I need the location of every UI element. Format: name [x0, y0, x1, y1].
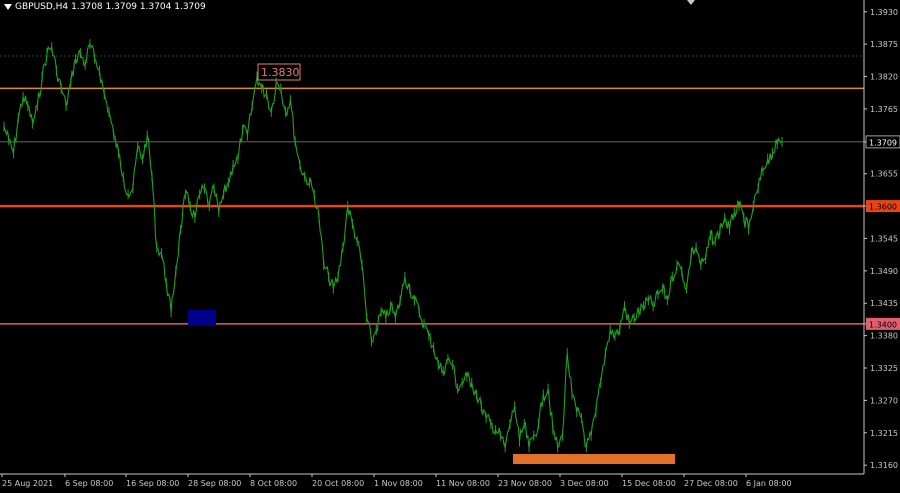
price-level-tag-label: 1.3400	[869, 320, 897, 329]
symbol-menu-arrow-icon[interactable]	[4, 4, 12, 10]
time-tick-label: 15 Dec 08:00	[622, 479, 676, 488]
price-callout-label: 1.3830	[261, 66, 300, 79]
price-tick-label: 1.3765	[870, 105, 898, 114]
time-tick-label: 1 Nov 08:00	[374, 479, 423, 488]
time-tick-label: 23 Nov 08:00	[498, 479, 552, 488]
price-tick-label: 1.3875	[870, 40, 898, 49]
time-tick-label: 8 Oct 08:00	[250, 479, 297, 488]
price-tick-label: 1.3930	[870, 8, 898, 17]
price-tick-label: 1.3160	[870, 461, 898, 470]
time-tick-label: 6 Jan 08:00	[746, 479, 792, 488]
chart-shift-marker-icon[interactable]	[687, 0, 695, 5]
price-chart[interactable]: 1.3930 1.3875 1.3820 1.3765 1.3709 1.3655 1.36…	[0, 0, 900, 489]
symbol-label: GBPUSD,H4	[15, 2, 69, 12]
time-tick-label: 3 Dec 08:00	[560, 479, 609, 488]
time-tick-label: 25 Aug 2021	[2, 479, 53, 488]
price-tick-label: 1.3380	[870, 332, 898, 341]
chart-header: GBPUSD,H4 1.3708 1.3709 1.3704 1.3709	[4, 2, 206, 12]
time-tick-label: 28 Sep 08:00	[188, 479, 241, 488]
price-tick-label: 1.3655	[870, 170, 898, 179]
time-tick-label: 16 Sep 08:00	[126, 479, 179, 488]
ohlc-values: 1.3708 1.3709 1.3704 1.3709	[71, 2, 206, 12]
time-tick-label: 27 Dec 08:00	[684, 479, 738, 488]
time-tick-label: 6 Sep 08:00	[65, 479, 113, 488]
price-tick-label: 1.3820	[870, 73, 898, 82]
time-tick-label: 20 Oct 08:00	[312, 479, 364, 488]
price-level-tag-label: 1.3709	[869, 138, 897, 147]
price-tick-label: 1.3270	[870, 396, 898, 405]
support-zone-marker[interactable]	[188, 310, 216, 326]
price-tick-label: 1.3325	[870, 364, 898, 373]
chart-area[interactable]: 1.3930 1.3875 1.3820 1.3765 1.3709 1.3655 1.36…	[0, 0, 900, 489]
price-level-tag-label: 1.3600	[869, 203, 897, 212]
price-tick-label: 1.3490	[870, 267, 898, 276]
demand-zone-marker[interactable]	[513, 454, 675, 464]
price-tick-label: 1.3435	[870, 299, 898, 308]
price-tick-label: 1.3545	[870, 234, 898, 243]
time-tick-label: 11 Nov 08:00	[436, 479, 490, 488]
price-tick-label: 1.3215	[870, 429, 898, 438]
chart-background	[0, 0, 900, 489]
